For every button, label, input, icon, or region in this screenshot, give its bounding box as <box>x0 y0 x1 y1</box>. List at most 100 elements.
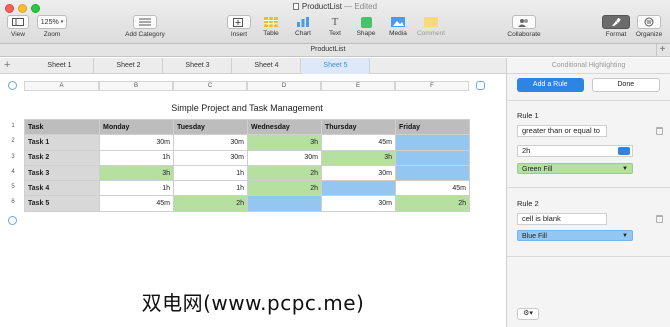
row-header-cell[interactable]: Task 2 <box>24 149 100 166</box>
column-header-f[interactable]: F <box>395 81 469 91</box>
table-cell[interactable] <box>395 164 470 182</box>
tab-sheet-4[interactable]: Sheet 4 <box>233 58 301 74</box>
header-cell[interactable]: Wednesday <box>247 118 322 136</box>
new-tab-button[interactable]: + <box>656 44 668 56</box>
conditional-highlighting-panel: Conditional Highlighting Add a Rule Done… <box>506 58 670 327</box>
table-cell[interactable]: 45m <box>99 195 174 212</box>
rule-1: Rule 1 greater than or equal to 2h Green… <box>517 111 667 174</box>
rule-value-field[interactable]: 2h <box>517 145 633 157</box>
comment-icon <box>424 16 438 28</box>
table-cell[interactable] <box>395 134 470 151</box>
header-cell[interactable]: Task <box>24 118 100 136</box>
add-row-handle[interactable] <box>8 216 17 225</box>
style-select[interactable]: Blue Fill ▼ <box>517 230 633 241</box>
add-column-handle[interactable] <box>476 81 485 90</box>
row-number[interactable]: 1 <box>6 119 20 134</box>
format-button[interactable]: Format <box>601 15 631 38</box>
trash-icon[interactable] <box>656 215 663 223</box>
divider <box>507 100 670 101</box>
table-cell[interactable]: 45m <box>395 180 470 197</box>
chart-button[interactable]: Chart <box>290 15 316 37</box>
table-cell[interactable]: 2h <box>247 164 322 182</box>
header-cell[interactable]: Tuesday <box>173 118 248 136</box>
column-header-e[interactable]: E <box>321 81 395 91</box>
paintbrush-icon <box>602 15 630 29</box>
table-cell[interactable]: 30m <box>173 149 248 166</box>
column-header-d[interactable]: D <box>247 81 321 91</box>
text-icon: T <box>331 16 339 28</box>
rule-condition-field[interactable]: cell is blank <box>517 213 607 225</box>
row-number[interactable]: 3 <box>6 150 20 165</box>
zoom-control[interactable]: 125% ▾ Zoom <box>36 15 68 38</box>
header-cell[interactable]: Thursday <box>321 118 396 136</box>
table-cell[interactable]: 1h <box>99 180 174 197</box>
row-number[interactable]: 2 <box>6 134 20 149</box>
row-header-cell[interactable]: Task 1 <box>24 134 100 151</box>
table-cell[interactable]: 3h <box>321 149 396 166</box>
divider <box>507 256 670 257</box>
header-cell[interactable]: Friday <box>395 118 470 136</box>
table-title[interactable]: Simple Project and Task Management <box>24 103 470 113</box>
table-cell[interactable]: 30m <box>173 134 248 151</box>
header-cell[interactable]: Monday <box>99 118 174 136</box>
trash-icon[interactable] <box>656 127 663 135</box>
table-cell[interactable] <box>247 195 322 212</box>
row-number[interactable]: 6 <box>6 195 20 210</box>
add-sheet-button[interactable]: + <box>4 59 10 71</box>
table-cell[interactable]: 3h <box>247 134 322 151</box>
insert-button[interactable]: Insert <box>226 15 252 38</box>
divider <box>507 187 670 188</box>
tab-sheet-5[interactable]: Sheet 5 <box>302 58 370 74</box>
table-cell[interactable]: 3h <box>99 164 174 182</box>
column-header-c[interactable]: C <box>173 81 247 91</box>
chevron-down-icon: ▼ <box>622 233 628 239</box>
organize-button[interactable]: Organize <box>632 15 666 38</box>
tab-sheet-3[interactable]: Sheet 3 <box>164 58 232 74</box>
table-cell[interactable] <box>395 149 470 166</box>
comment-button[interactable]: Comment <box>414 15 448 37</box>
column-headers: A B C D E F <box>24 81 469 91</box>
table-cell[interactable]: 30m <box>321 164 396 182</box>
zoom-select[interactable]: 125% ▾ <box>37 15 67 29</box>
column-header-b[interactable]: B <box>99 81 173 91</box>
tab-sheet-1[interactable]: Sheet 1 <box>26 58 94 74</box>
row-number[interactable]: 5 <box>6 180 20 195</box>
shape-button[interactable]: Shape <box>352 15 380 37</box>
column-header-a[interactable]: A <box>24 81 99 91</box>
table-cell[interactable]: 1h <box>173 180 248 197</box>
table-cell[interactable] <box>321 180 396 197</box>
table-select-handle[interactable] <box>8 81 17 90</box>
row-header-cell[interactable]: Task 4 <box>24 180 100 197</box>
table-cell[interactable]: 1h <box>99 149 174 166</box>
row-header-cell[interactable]: Task 3 <box>24 164 100 182</box>
add-rule-button[interactable]: Add a Rule <box>517 78 584 92</box>
text-button[interactable]: T Text <box>322 15 348 37</box>
chevron-down-icon: ▼ <box>622 166 628 172</box>
view-button[interactable]: View <box>6 15 30 38</box>
document-tab[interactable]: ProductList <box>0 46 656 53</box>
table-cell[interactable]: 45m <box>321 134 396 151</box>
style-select[interactable]: Green Fill ▼ <box>517 163 633 174</box>
collaborate-icon <box>512 15 536 29</box>
table-cell[interactable]: 2h <box>173 195 248 212</box>
table-cell[interactable]: 30m <box>247 149 322 166</box>
table-cell[interactable]: 2h <box>247 180 322 197</box>
table-cell[interactable]: 2h <box>395 195 470 212</box>
tab-sheet-2[interactable]: Sheet 2 <box>95 58 163 74</box>
table-icon <box>264 16 278 28</box>
table-cell[interactable]: 30m <box>99 134 174 151</box>
media-button[interactable]: Media <box>384 15 412 37</box>
table-cell[interactable]: 30m <box>321 195 396 212</box>
sheet-tabs: + Sheet 1 Sheet 2 Sheet 3 Sheet 4 Sheet … <box>0 58 506 74</box>
done-button[interactable]: Done <box>591 78 660 92</box>
rule-condition-field[interactable]: greater than or equal to <box>517 125 607 137</box>
row-number[interactable]: 4 <box>6 165 20 180</box>
table-cell[interactable]: 1h <box>173 164 248 182</box>
cell-reference-icon[interactable] <box>618 147 630 155</box>
table-button[interactable]: Table <box>258 15 284 37</box>
collaborate-button[interactable]: Collaborate <box>502 15 546 38</box>
gear-icon[interactable]: ⚙▾ <box>517 308 539 320</box>
row-header-cell[interactable]: Task 5 <box>24 195 100 212</box>
add-category-button[interactable]: Add Category <box>118 15 172 38</box>
list-icon <box>133 15 157 29</box>
